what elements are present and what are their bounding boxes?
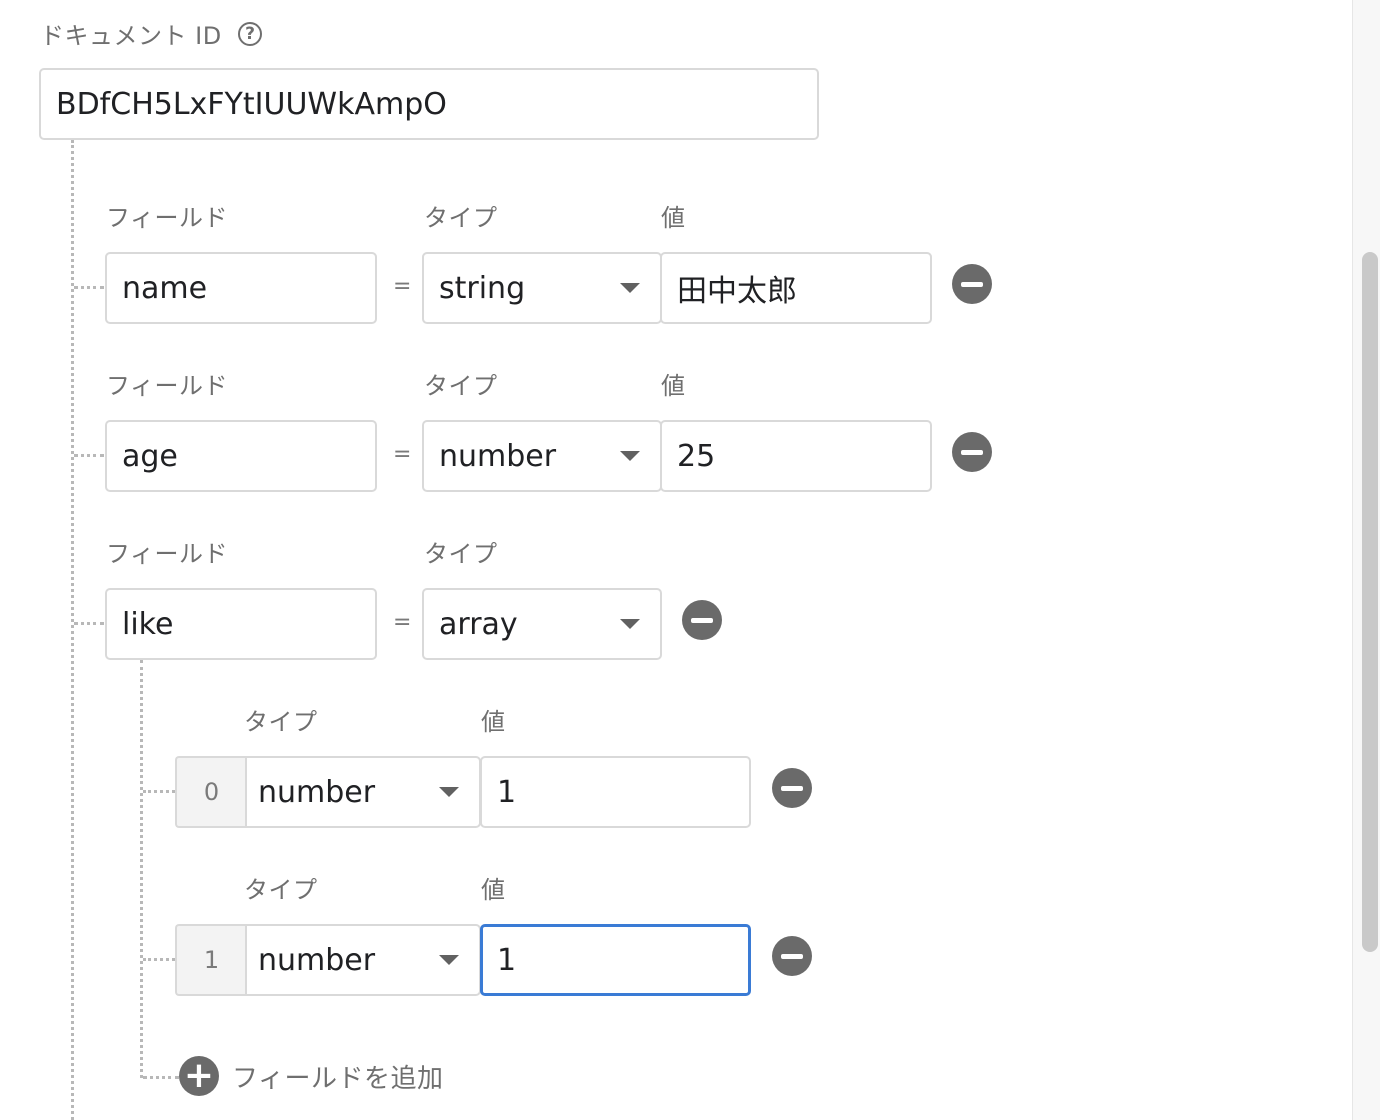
dropdown-arrow-icon [620,283,640,293]
remove-field-button[interactable] [952,264,992,304]
document-id-label: ドキュメント ID [40,22,222,50]
type-select[interactable]: string [422,252,662,324]
type-select-value: number [258,942,376,978]
array-value-input[interactable]: 1 [480,756,751,828]
dropdown-arrow-icon [439,955,459,965]
remove-item-button[interactable] [772,768,812,808]
tree-branch [143,1076,179,1079]
tree-branch [74,622,104,625]
field-value-input[interactable]: 25 [660,420,932,492]
type-select-value: array [439,606,518,642]
remove-field-button[interactable] [682,600,722,640]
tree-branch [143,790,175,793]
field-label: フィールド [106,540,229,568]
value-label: 値 [481,708,506,736]
type-select[interactable]: number [245,756,481,828]
array-tree-connector [140,660,143,1078]
value-label: 値 [481,876,506,904]
type-label: タイプ [244,876,318,904]
field-name-input[interactable]: name [105,252,377,324]
remove-item-button[interactable] [772,936,812,976]
tree-branch [74,454,104,457]
field-label: フィールド [106,372,229,400]
type-label: タイプ [424,540,498,568]
minus-circle-icon [961,449,983,455]
tree-branch [143,958,175,961]
minus-circle-icon [781,785,803,791]
type-label: タイプ [424,204,498,232]
tree-branch [74,286,104,289]
type-select[interactable]: number [245,924,481,996]
array-value-input[interactable]: 1 [480,924,751,996]
type-label: タイプ [424,372,498,400]
scrollbar-thumb[interactable] [1362,252,1378,952]
type-select-value: number [258,774,376,810]
array-index: 1 [175,924,246,996]
help-icon[interactable]: ? [238,22,262,46]
field-value-input[interactable]: 田中太郎 [660,252,932,324]
field-name-input[interactable]: like [105,588,377,660]
remove-field-button[interactable] [952,432,992,472]
minus-circle-icon [961,281,983,287]
document-id-input[interactable]: BDfCH5LxFYtIUUWkAmpO [39,68,819,140]
type-label: タイプ [244,708,318,736]
dropdown-arrow-icon [620,451,640,461]
dropdown-arrow-icon [620,619,640,629]
type-select[interactable]: number [422,420,662,492]
equals-sign: = [393,610,412,635]
type-select-value: string [439,270,526,306]
equals-sign: = [393,442,412,467]
value-label: 値 [661,372,686,400]
field-label: フィールド [106,204,229,232]
add-field-button[interactable]: フィールドを追加 [232,1058,443,1095]
field-name-input[interactable]: age [105,420,377,492]
type-select-value: number [439,438,557,474]
minus-circle-icon [691,617,713,623]
plus-circle-icon[interactable]: + [179,1056,219,1096]
value-label: 値 [661,204,686,232]
equals-sign: = [393,274,412,299]
type-select[interactable]: array [422,588,662,660]
minus-circle-icon [781,953,803,959]
dropdown-arrow-icon [439,787,459,797]
array-index: 0 [175,756,246,828]
